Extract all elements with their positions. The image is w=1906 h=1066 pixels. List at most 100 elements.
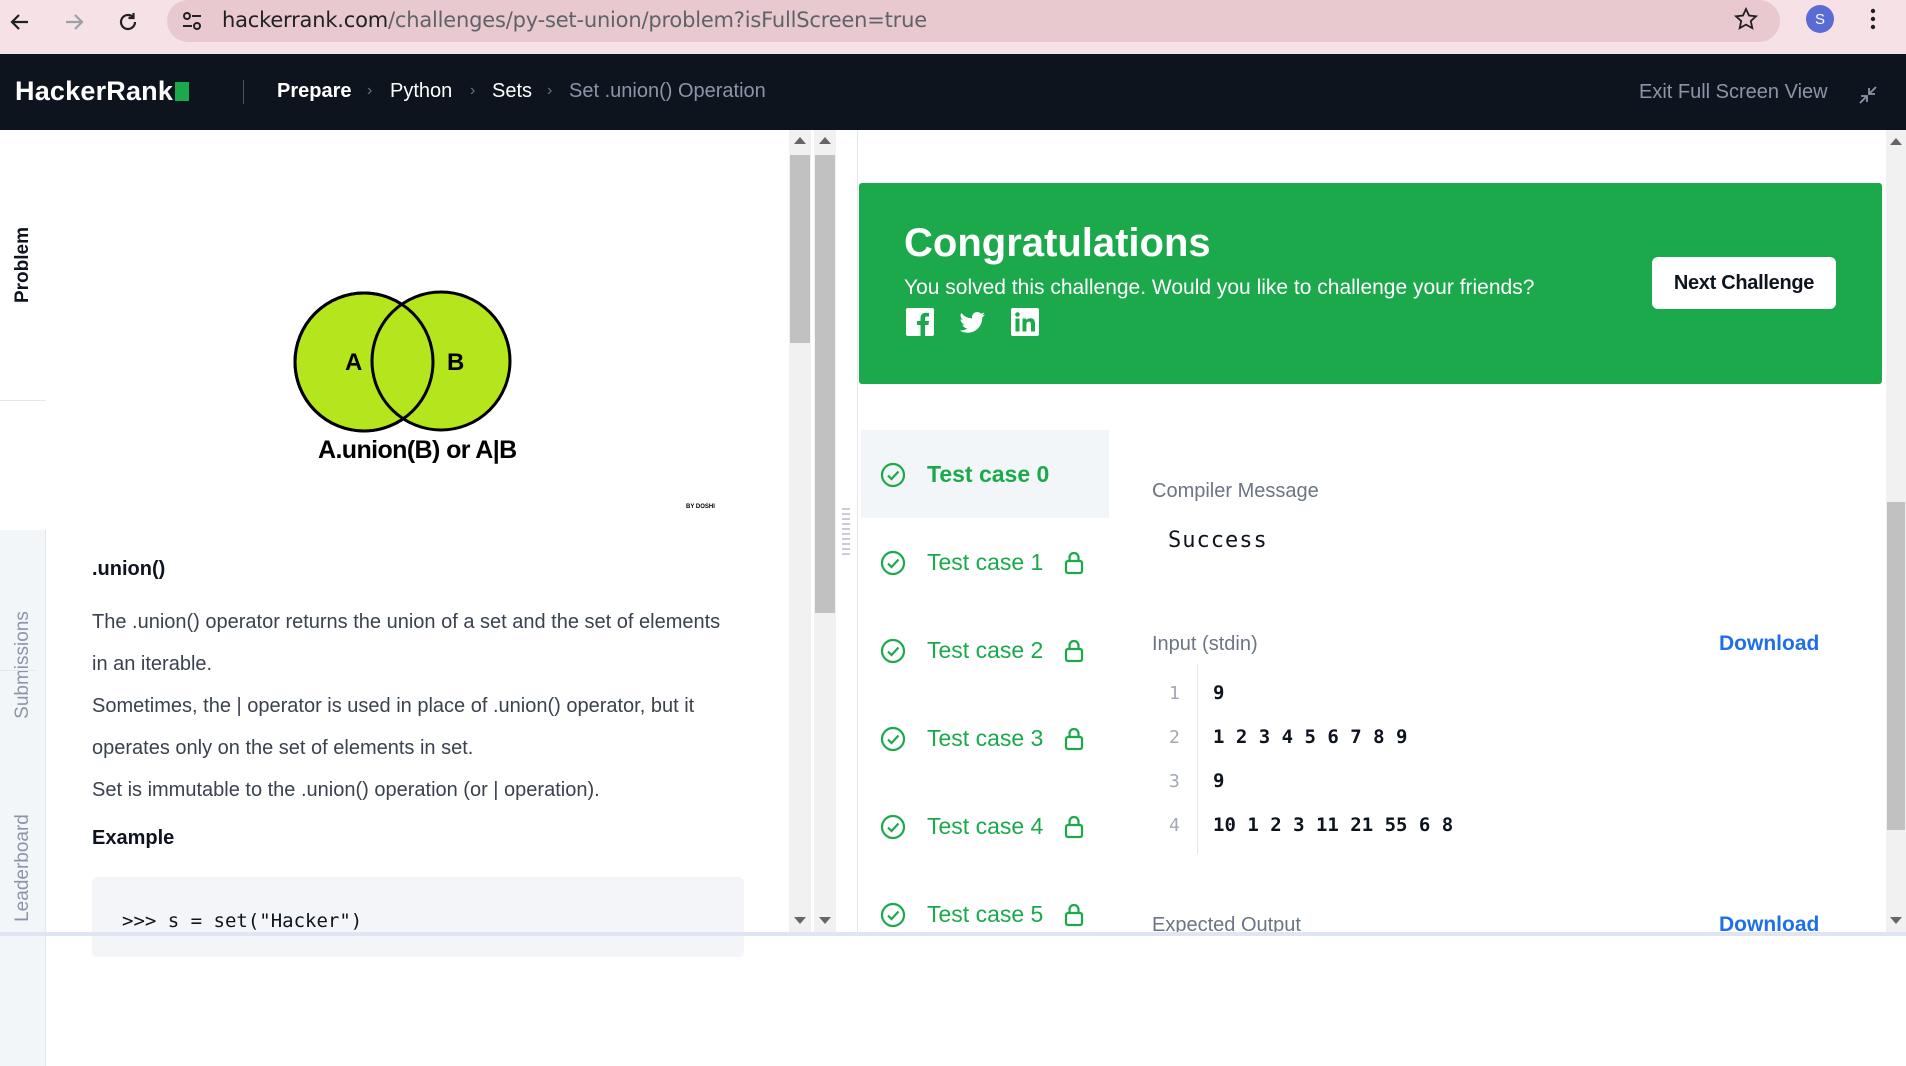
check-circle-icon [880, 814, 906, 840]
lock-icon [1064, 639, 1084, 663]
scroll-up-arrow-icon[interactable] [819, 137, 831, 144]
results-pane: Congratulations You solved this challeng… [857, 130, 1886, 936]
test-case-label: Test case 4 [927, 813, 1044, 839]
compiler-message: Success [1168, 528, 1268, 553]
facebook-icon[interactable] [905, 307, 935, 337]
forward-icon[interactable] [54, 4, 94, 40]
collapse-icon[interactable] [1857, 84, 1879, 111]
check-circle-icon [880, 550, 906, 576]
exit-fullscreen-link[interactable]: Exit Full Screen View [1639, 81, 1828, 104]
scroll-down-arrow-icon[interactable] [794, 917, 806, 924]
profile-avatar[interactable]: S [1806, 5, 1834, 33]
venn-label-b: B [447, 349, 465, 376]
venn-circle-b [370, 290, 512, 432]
problem-text-line: The .union() operator returns the union … [92, 611, 721, 633]
problem-scrollbar-thumb[interactable] [790, 155, 810, 343]
twitter-icon[interactable] [957, 307, 987, 337]
linkedin-icon[interactable] [1010, 307, 1040, 337]
congrats-title: Congratulations [904, 221, 1211, 265]
problem-text-line: in an iterable. [92, 653, 213, 675]
tab-divider [0, 670, 36, 671]
download-input-link[interactable]: Download [1719, 632, 1819, 656]
bottom-edge [0, 932, 1906, 936]
example-heading: Example [92, 827, 175, 849]
scroll-up-arrow-icon[interactable] [1890, 138, 1902, 145]
test-case-4[interactable]: Test case 4 [861, 782, 1109, 870]
line-number: 1 [1169, 683, 1180, 704]
next-challenge-button[interactable]: Next Challenge [1652, 257, 1836, 309]
breadcrumb-python[interactable]: Python [390, 80, 452, 103]
tab-leaderboard[interactable]: Leaderboard [0, 800, 46, 936]
tab-problem-label: Problem [12, 226, 33, 304]
lock-icon [1064, 815, 1084, 839]
check-circle-icon [880, 902, 906, 928]
tab-leaderboard-label: Leaderboard [12, 814, 34, 922]
line-number: 2 [1169, 727, 1180, 748]
line-number: 3 [1169, 771, 1180, 792]
test-case-label: Test case 3 [927, 725, 1044, 751]
browser-toolbar: hackerrank.com/challenges/py-set-union/p… [0, 0, 1906, 54]
site-info-icon[interactable] [179, 8, 205, 39]
url-path: /challenges/py-set-union/problem?isFullS… [388, 8, 927, 32]
test-case-2[interactable]: Test case 2 [861, 606, 1109, 694]
test-case-3[interactable]: Test case 3 [861, 694, 1109, 782]
test-case-label: Test case 2 [927, 637, 1044, 663]
lock-icon [1064, 551, 1084, 575]
input-label: Input (stdin) [1152, 633, 1258, 655]
tab-problem[interactable]: Problem [0, 130, 46, 400]
venn-credit: BY DOSHI [686, 504, 715, 510]
section-heading: .union() [92, 558, 166, 580]
line-number-divider [1197, 664, 1198, 854]
scroll-down-arrow-icon[interactable] [1890, 917, 1902, 924]
hackerrank-logo[interactable]: HackerRank [15, 76, 190, 107]
test-case-5[interactable]: Test case 5 [861, 870, 1109, 936]
breadcrumb-current: Set .union() Operation [569, 80, 766, 102]
compiler-message-label: Compiler Message [1152, 480, 1319, 502]
url-host: hackerrank.com [222, 8, 389, 32]
back-icon[interactable] [0, 4, 40, 40]
breadcrumb-chevron-icon: › [367, 82, 373, 99]
lock-icon [1064, 903, 1084, 927]
scroll-down-arrow-icon[interactable] [819, 917, 831, 924]
browser-menu-icon[interactable] [1868, 6, 1878, 37]
breadcrumb-chevron-icon: › [470, 82, 476, 99]
test-case-label: Test case 0 [927, 461, 1050, 487]
problem-text-line: Set is immutable to the .union() operati… [92, 779, 600, 801]
problem-side-tabs: Problem Submissions Leaderboard [0, 130, 46, 1066]
header-divider [243, 80, 244, 104]
breadcrumb-sets[interactable]: Sets [492, 80, 532, 103]
input-line: 9 [1213, 770, 1225, 792]
tab-submissions[interactable]: Submissions [0, 530, 46, 800]
check-circle-icon [880, 726, 906, 752]
line-number: 4 [1169, 815, 1180, 836]
breadcrumb-prepare[interactable]: Prepare [277, 80, 352, 103]
site-header: HackerRank Prepare › Python › Sets › Set… [0, 54, 1906, 130]
venn-caption: A.union(B) or A|B [318, 436, 517, 464]
url-text[interactable]: hackerrank.com/challenges/py-set-union/p… [222, 8, 927, 32]
test-case-0[interactable]: Test case 0 [861, 430, 1109, 518]
lock-icon [1064, 727, 1084, 751]
scroll-up-arrow-icon[interactable] [794, 137, 806, 144]
test-case-label: Test case 1 [927, 549, 1044, 575]
pane-resize-handle[interactable] [842, 508, 850, 556]
test-case-1[interactable]: Test case 1 [861, 518, 1109, 606]
outer-scrollbar-thumb[interactable] [815, 155, 835, 613]
problem-text-line: Sometimes, the | operator is used in pla… [92, 695, 695, 717]
page-scrollbar-thumb[interactable] [1887, 502, 1905, 830]
check-circle-icon [880, 462, 906, 488]
reload-icon[interactable] [108, 4, 148, 40]
input-line: 9 [1213, 682, 1225, 704]
test-case-label: Test case 5 [927, 901, 1044, 927]
input-line: 10 1 2 3 11 21 55 6 8 [1213, 814, 1454, 836]
breadcrumb-chevron-icon: › [547, 82, 553, 99]
input-line: 1 2 3 4 5 6 7 8 9 [1213, 726, 1408, 748]
problem-text-line: operates only on the set of elements in … [92, 737, 474, 759]
logo-mark [175, 82, 190, 101]
tab-divider [0, 400, 46, 401]
problem-statement-pane: A B A.union(B) or A|B BY DOSHI .union() … [46, 130, 789, 936]
avatar-letter: S [1814, 10, 1825, 28]
congrats-subtitle: You solved this challenge. Would you lik… [904, 276, 1535, 299]
logo-text: HackerRank [15, 76, 174, 106]
check-circle-icon [880, 638, 906, 664]
bookmark-star-icon[interactable] [1733, 6, 1759, 37]
